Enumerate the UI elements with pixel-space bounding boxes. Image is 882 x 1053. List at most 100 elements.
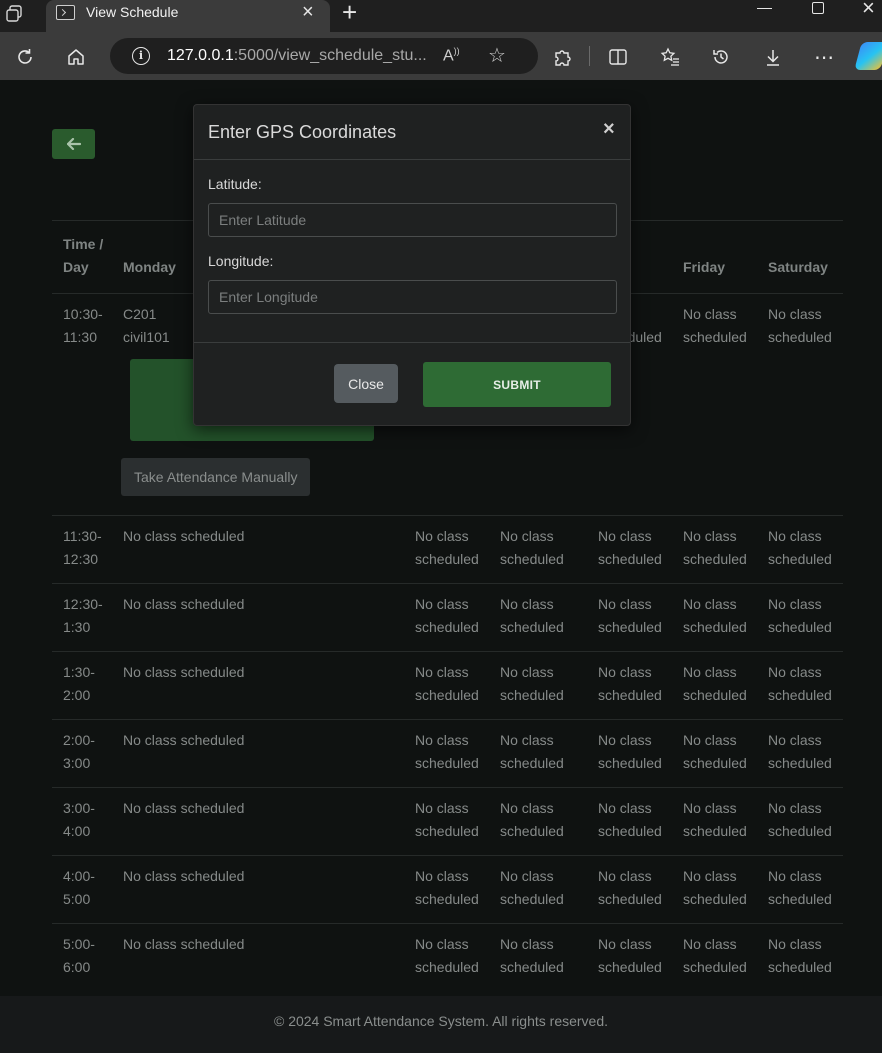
split-screen-icon[interactable]: [605, 44, 631, 70]
schedule-cell: No class scheduled: [112, 515, 404, 584]
schedule-cell: No class scheduled: [112, 923, 404, 991]
schedule-cell: No class scheduled: [112, 651, 404, 720]
page-footer: © 2024 Smart Attendance System. All righ…: [0, 996, 882, 1053]
time-cell: 5:00-6:00: [52, 923, 112, 991]
take-attendance-manually-button[interactable]: Take Attendance Manually: [121, 458, 311, 496]
modal-header: Enter GPS Coordinates ×: [194, 105, 630, 160]
schedule-cell: No class scheduled: [404, 923, 489, 991]
schedule-cell: No class scheduled: [112, 787, 404, 856]
new-tab-icon[interactable]: +: [342, 0, 357, 25]
schedule-cell: No class scheduled: [672, 855, 757, 924]
header-time-day: Time / Day: [63, 236, 104, 275]
modal-footer: Close SUBMIT: [194, 343, 630, 425]
submit-button[interactable]: SUBMIT: [423, 362, 611, 407]
schedule-cell: No class scheduled: [672, 293, 757, 516]
footer-copyright: © 2024 Smart Attendance System. All righ…: [273, 1013, 609, 1029]
schedule-cell: No class scheduled: [404, 855, 489, 924]
schedule-cell: No class scheduled: [587, 651, 672, 720]
schedule-cell: No class scheduled: [672, 515, 757, 584]
schedule-cell: No class scheduled: [404, 515, 489, 584]
schedule-cell: No class scheduled: [489, 923, 587, 991]
copilot-icon[interactable]: [854, 42, 882, 70]
longitude-label: Longitude:: [208, 253, 274, 269]
table-row: 11:30-12:30 No class scheduled No class …: [52, 515, 843, 584]
time-cell: 2:00-3:00: [52, 719, 112, 788]
schedule-cell: No class scheduled: [489, 719, 587, 788]
latitude-input[interactable]: [208, 203, 617, 237]
header-friday: Friday: [683, 259, 726, 275]
time-cell: 12:30-1:30: [52, 583, 112, 652]
tab-close-icon[interactable]: ×: [302, 2, 314, 22]
modal-body: Latitude: Longitude:: [194, 160, 630, 343]
schedule-cell: No class scheduled: [757, 583, 843, 652]
favorite-star-icon[interactable]: ☆: [488, 43, 506, 68]
schedule-cell: No class scheduled: [757, 923, 843, 991]
schedule-cell: No class scheduled: [112, 855, 404, 924]
schedule-cell: No class scheduled: [489, 515, 587, 584]
schedule-cell: No class scheduled: [757, 787, 843, 856]
extensions-icon[interactable]: [549, 44, 575, 70]
latitude-label: Latitude:: [208, 176, 262, 192]
schedule-cell: No class scheduled: [757, 293, 843, 516]
tab-title: View Schedule: [86, 4, 179, 20]
table-row: 2:00-3:00 No class scheduled No class sc…: [52, 719, 843, 788]
longitude-input[interactable]: [208, 280, 617, 314]
browser-tab-active[interactable]: View Schedule ×: [46, 0, 330, 32]
modal-title: Enter GPS Coordinates: [208, 122, 397, 142]
close-button[interactable]: Close: [334, 364, 398, 403]
table-row: 1:30-2:00 No class scheduled No class sc…: [52, 651, 843, 720]
time-cell: 1:30-2:00: [52, 651, 112, 720]
schedule-cell: No class scheduled: [672, 651, 757, 720]
schedule-cell: No class scheduled: [489, 651, 587, 720]
schedule-cell: No class scheduled: [757, 515, 843, 584]
schedule-cell: No class scheduled: [489, 787, 587, 856]
window-close-icon[interactable]: ×: [862, 0, 875, 19]
window-maximize-icon[interactable]: [812, 2, 824, 14]
site-info-icon[interactable]: i: [132, 47, 150, 65]
schedule-cell: No class scheduled: [489, 583, 587, 652]
home-icon[interactable]: [63, 44, 89, 70]
time-cell: 10:30-11:30: [52, 293, 112, 516]
schedule-cell: No class scheduled: [757, 855, 843, 924]
workspaces-icon[interactable]: [2, 2, 26, 26]
read-aloud-icon[interactable]: A)): [443, 46, 460, 65]
schedule-cell: No class scheduled: [587, 583, 672, 652]
schedule-cell: No class scheduled: [757, 719, 843, 788]
schedule-cell: No class scheduled: [757, 651, 843, 720]
address-bar[interactable]: i 127.0.0.1:5000/view_schedule_stu... A)…: [110, 38, 538, 74]
table-row: 5:00-6:00 No class scheduled No class sc…: [52, 923, 843, 991]
schedule-cell: No class scheduled: [672, 719, 757, 788]
table-row: 3:00-4:00 No class scheduled No class sc…: [52, 787, 843, 856]
refresh-icon[interactable]: [12, 44, 38, 70]
time-cell: 11:30-12:30: [52, 515, 112, 584]
more-menu-icon[interactable]: ⋯: [811, 44, 837, 70]
time-cell: 3:00-4:00: [52, 787, 112, 856]
time-cell: 4:00-5:00: [52, 855, 112, 924]
schedule-cell: No class scheduled: [672, 923, 757, 991]
schedule-cell: No class scheduled: [587, 515, 672, 584]
schedule-cell: No class scheduled: [672, 583, 757, 652]
schedule-cell: No class scheduled: [404, 719, 489, 788]
schedule-cell: No class scheduled: [404, 583, 489, 652]
window-minimize-icon[interactable]: [757, 8, 772, 9]
modal-close-icon[interactable]: ×: [603, 119, 615, 139]
schedule-cell: No class scheduled: [489, 855, 587, 924]
toolbar-separator: [589, 46, 590, 66]
schedule-cell: No class scheduled: [587, 787, 672, 856]
downloads-icon[interactable]: [760, 44, 786, 70]
history-icon[interactable]: [708, 44, 734, 70]
browser-toolbar: i 127.0.0.1:5000/view_schedule_stu... A)…: [0, 32, 882, 80]
schedule-cell: No class scheduled: [587, 923, 672, 991]
table-row: 4:00-5:00 No class scheduled No class sc…: [52, 855, 843, 924]
url-text: 127.0.0.1:5000/view_schedule_stu...: [167, 47, 427, 64]
schedule-cell: No class scheduled: [404, 787, 489, 856]
schedule-cell: No class scheduled: [587, 855, 672, 924]
gps-coordinates-modal: Enter GPS Coordinates × Latitude: Longit…: [193, 104, 631, 426]
schedule-cell: No class scheduled: [587, 719, 672, 788]
back-arrow-button[interactable]: [52, 129, 95, 159]
terminal-favicon-icon: [56, 5, 75, 20]
schedule-cell: No class scheduled: [112, 719, 404, 788]
header-saturday: Saturday: [768, 259, 828, 275]
favorites-icon[interactable]: [657, 44, 683, 70]
schedule-cell: No class scheduled: [112, 583, 404, 652]
